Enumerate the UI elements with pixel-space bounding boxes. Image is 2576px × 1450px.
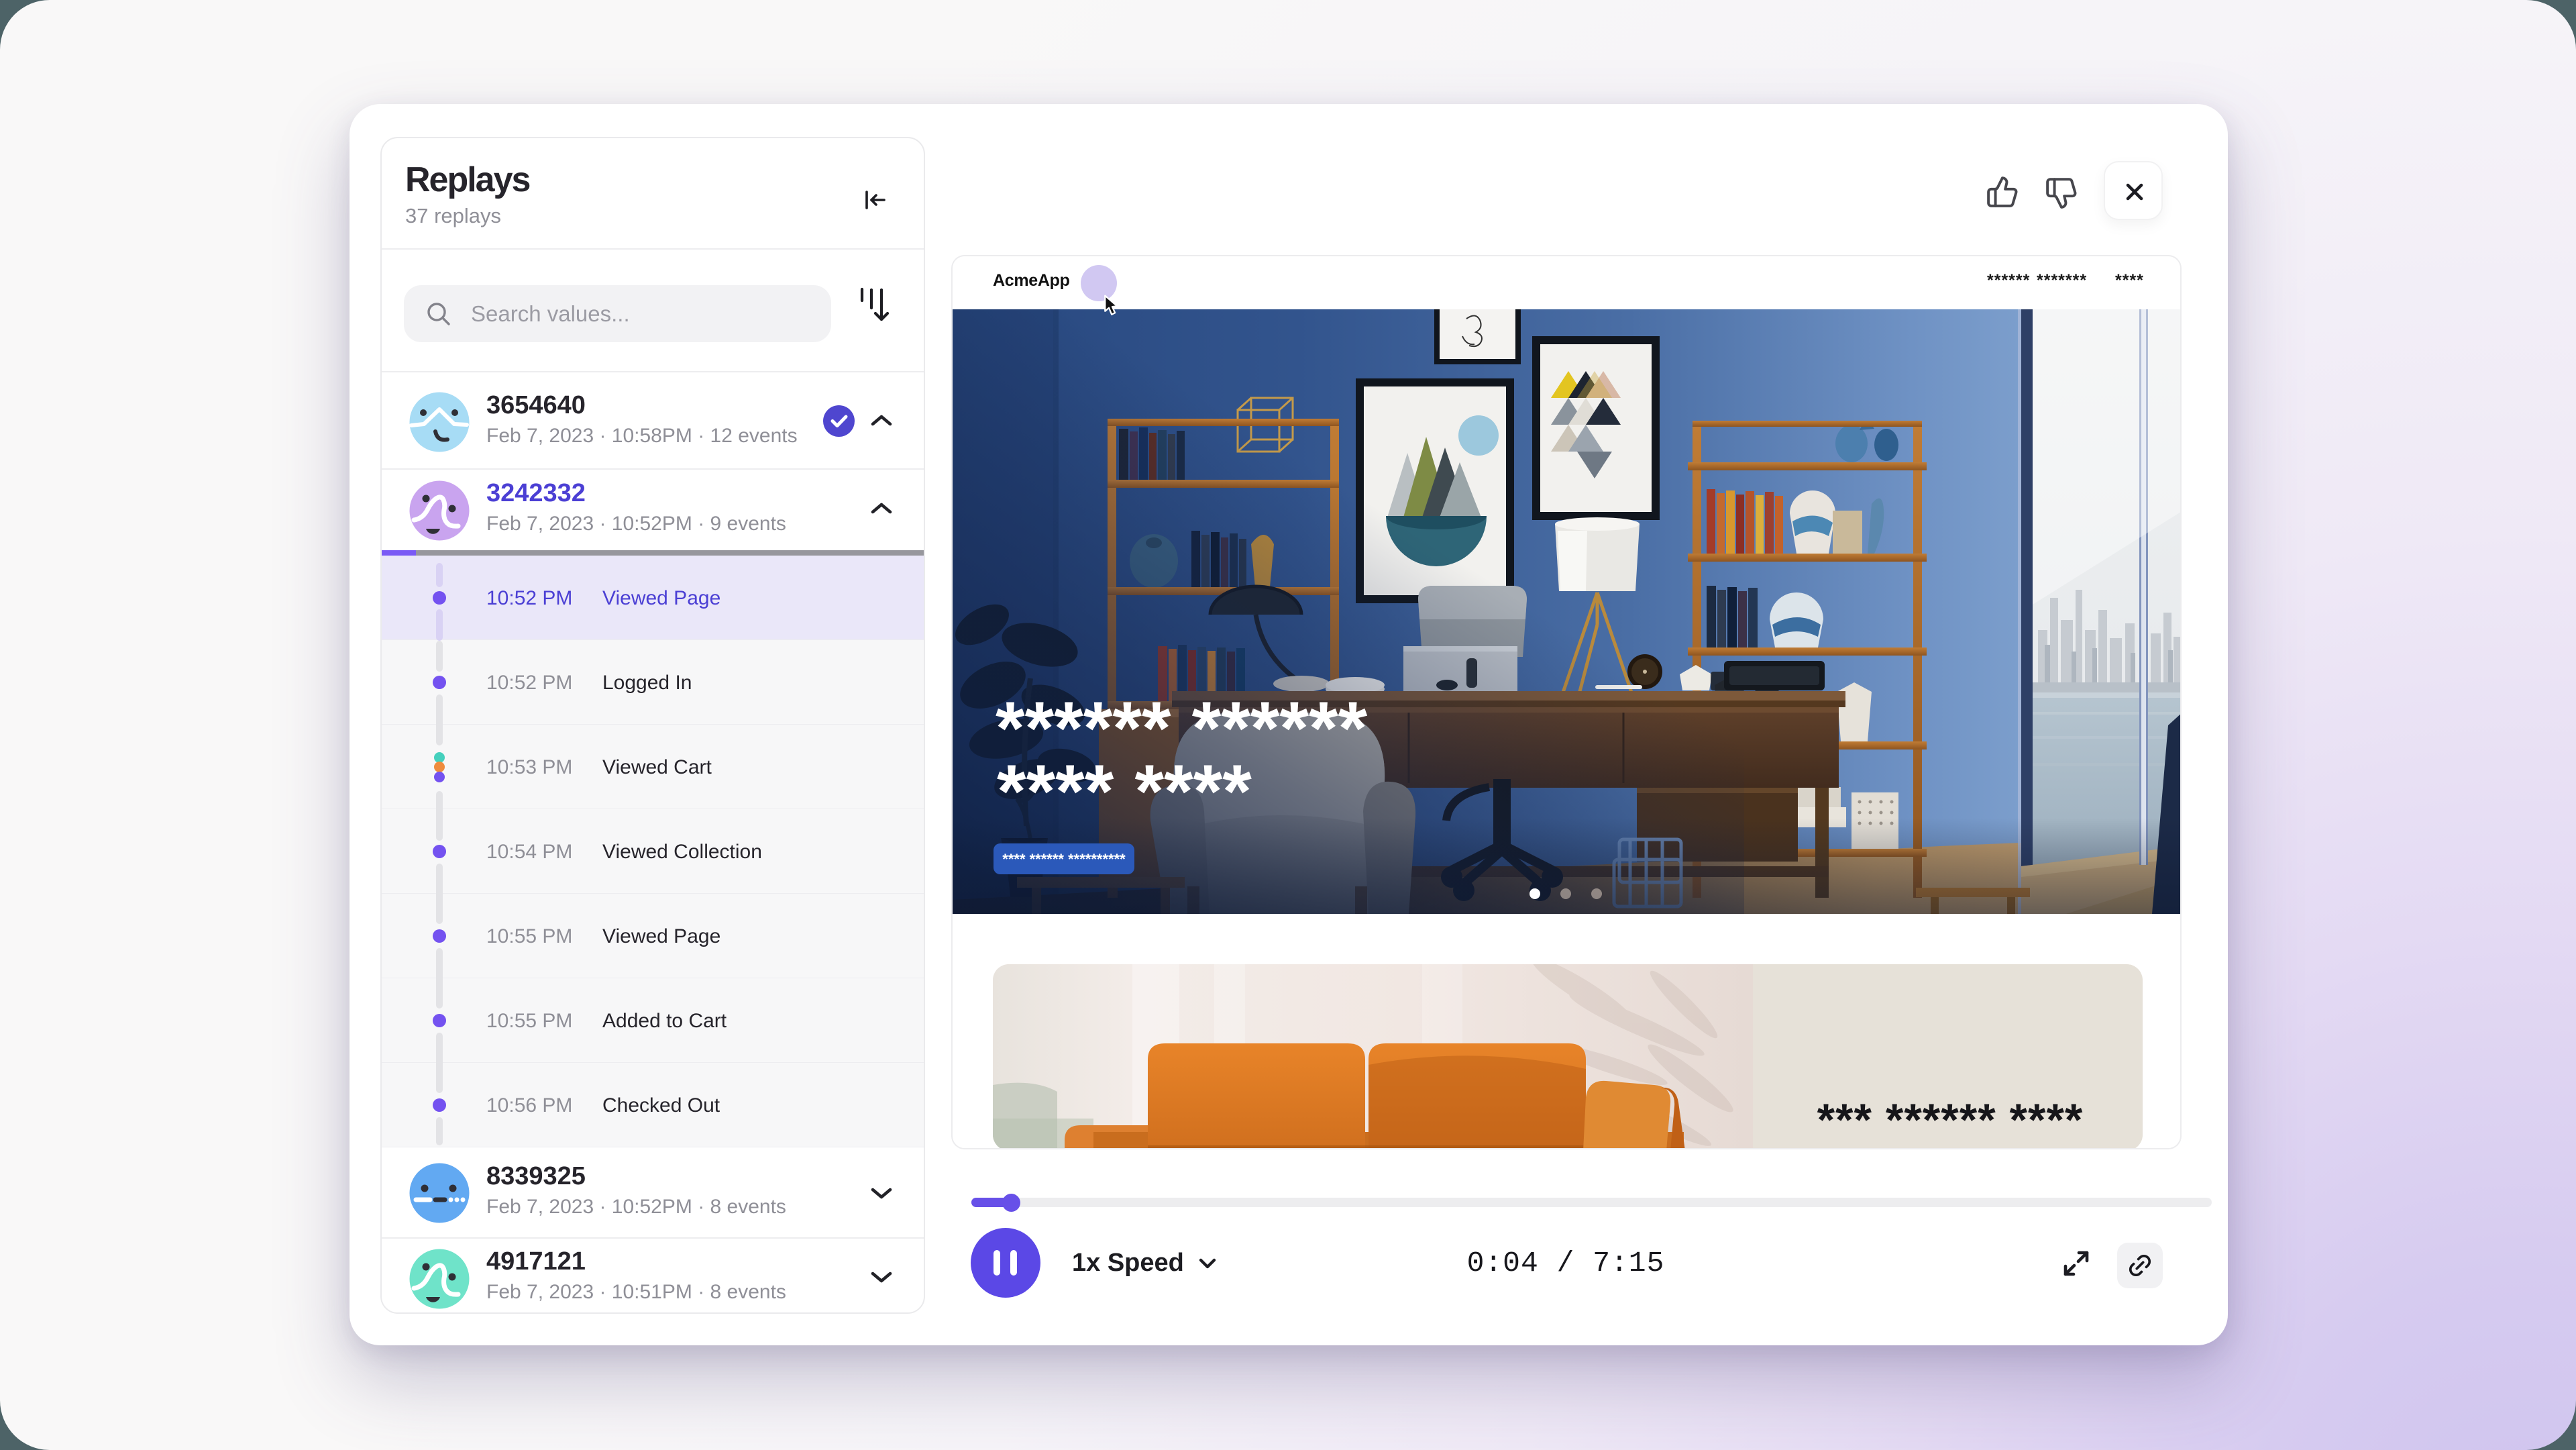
svg-text:*** ****** ****: *** ****** **** bbox=[1817, 1094, 2084, 1145]
